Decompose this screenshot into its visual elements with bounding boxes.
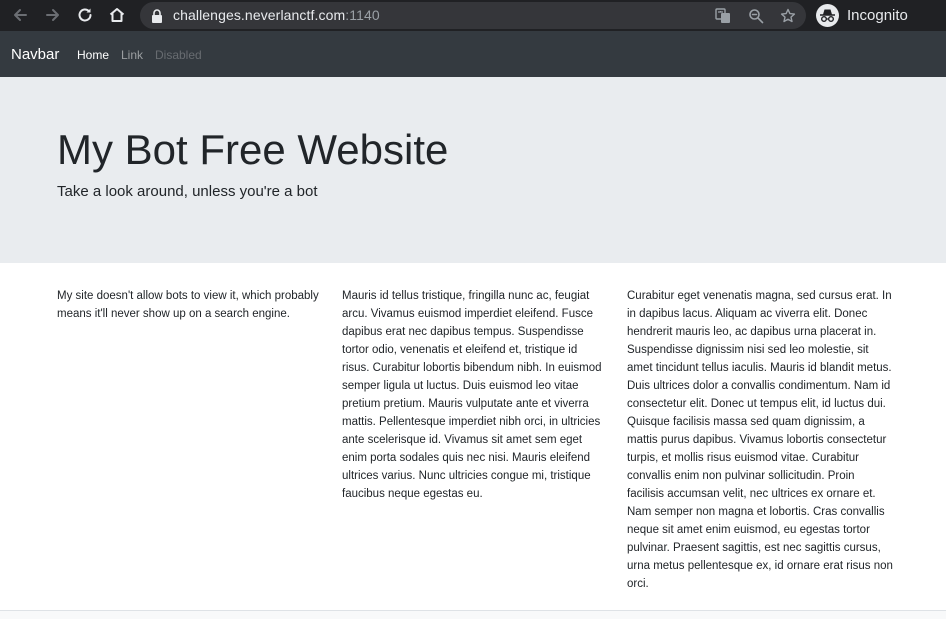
incognito-icon (816, 4, 839, 27)
translate-button[interactable] (714, 7, 732, 25)
incognito-profile-button[interactable]: Incognito (812, 2, 924, 29)
content-column-1: My site doesn't allow bots to view it, w… (57, 290, 319, 320)
translate-icon (715, 8, 730, 23)
page-lead: Take a look around, unless you're a bot (57, 183, 318, 200)
nav-item-disabled: Disabled (155, 48, 202, 62)
address-bar[interactable]: challenges.neverlanctf.com:1140 (140, 2, 806, 29)
reload-button[interactable] (74, 4, 96, 26)
jumbotron: My Bot Free Website Take a look around, … (0, 77, 946, 263)
zoom-icon (749, 9, 764, 24)
bottom-strip (0, 611, 946, 619)
content-column-3: Curabitur eget venenatis magna, sed curs… (627, 290, 893, 590)
home-icon (109, 8, 125, 22)
nav-item-link[interactable]: Link (121, 48, 143, 63)
url-port: :1140 (345, 7, 380, 23)
zoom-button[interactable] (747, 7, 765, 25)
back-button[interactable] (9, 4, 31, 26)
arrow-right-icon (46, 9, 59, 21)
bookmark-button[interactable] (779, 7, 797, 25)
incognito-label: Incognito (847, 7, 908, 24)
page-title: My Bot Free Website (57, 126, 449, 173)
nav-item-home[interactable]: Home (77, 48, 109, 63)
star-icon (780, 8, 796, 23)
home-button[interactable] (106, 4, 128, 26)
site-navbar: Navbar Home Link Disabled (0, 31, 946, 77)
forward-button[interactable] (42, 4, 64, 26)
lock-icon (152, 9, 162, 23)
reload-icon (78, 8, 92, 22)
arrow-left-icon (14, 9, 27, 21)
browser-toolbar: challenges.neverlanctf.com:1140 Incognit… (0, 0, 946, 31)
content-column-2: Mauris id tellus tristique, fringilla nu… (342, 290, 602, 500)
url-host: challenges.neverlanctf.com (173, 7, 346, 23)
navbar-brand[interactable]: Navbar (11, 46, 59, 64)
url-text: challenges.neverlanctf.com:1140 (173, 7, 380, 24)
